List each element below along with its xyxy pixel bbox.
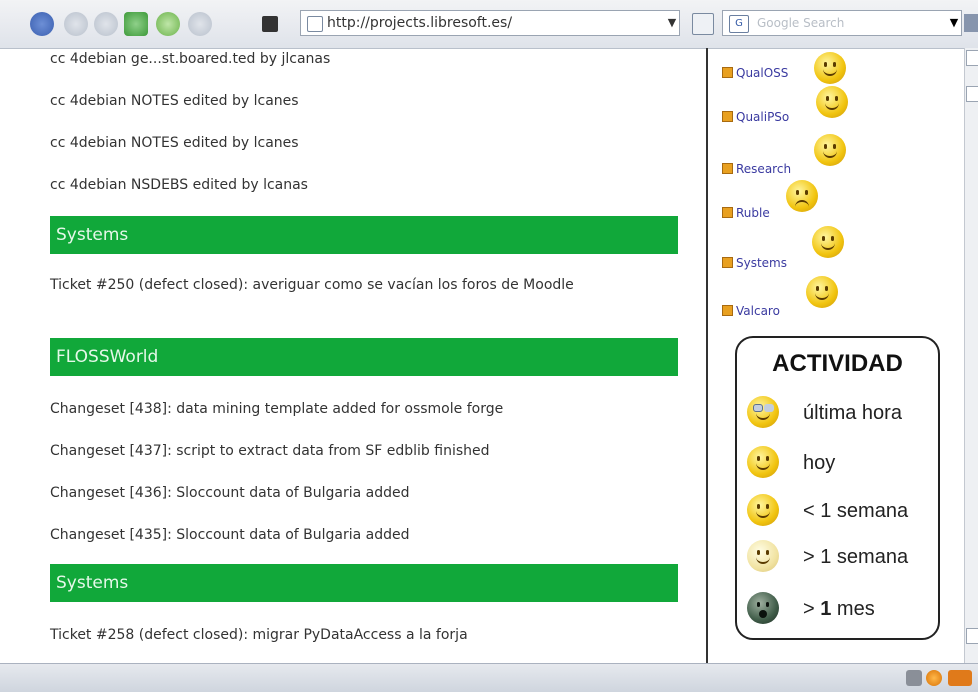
timeline-entry[interactable]: Changeset [438]: data mining template ad…: [50, 398, 503, 420]
pale-smiley-icon: [747, 540, 779, 572]
project-name: Valcaro: [736, 304, 780, 318]
scroll-thumb[interactable]: [966, 86, 978, 102]
legend-row: última hora: [737, 396, 938, 436]
home-icon[interactable]: [124, 12, 148, 36]
search-button[interactable]: [964, 14, 978, 32]
search-dropdown-icon[interactable]: ▼: [946, 10, 962, 36]
refresh-icon[interactable]: [156, 12, 180, 36]
google-icon[interactable]: G: [729, 15, 749, 33]
happy-smiley-icon: [814, 52, 846, 84]
go-icon[interactable]: [692, 13, 714, 35]
timeline-entry[interactable]: Changeset [435]: Sloccount data of Bulga…: [50, 524, 410, 546]
page-icon: [307, 16, 323, 32]
forward-icon[interactable]: [64, 12, 88, 36]
project-link[interactable]: QualOSS: [722, 66, 788, 80]
project-link[interactable]: Research: [722, 162, 791, 176]
status-bar: [0, 663, 978, 692]
legend-row: > 1 semana: [737, 540, 938, 580]
project-icon: [722, 257, 733, 268]
legend-label: última hora: [803, 402, 902, 424]
legend-row: < 1 semana: [737, 494, 938, 534]
legend-row: > 1 mes: [737, 592, 938, 632]
project-icon: [722, 207, 733, 218]
url-dropdown-icon[interactable]: ▼: [664, 10, 680, 36]
stop-icon[interactable]: [188, 12, 212, 36]
timeline-entry[interactable]: Changeset [436]: Sloccount data of Bulga…: [50, 482, 410, 504]
browser-toolbar: http://projects.libresoft.es/ ▼ G Google…: [0, 0, 978, 49]
project-sidebar: QualOSS QualiPSo Research Ruble Systems …: [708, 48, 978, 663]
project-link[interactable]: Systems: [722, 256, 787, 270]
section-header: FLOSSWorld: [50, 338, 678, 376]
sad-smiley-icon: [786, 180, 818, 212]
project-link[interactable]: QualiPSo: [722, 110, 789, 124]
project-link[interactable]: Valcaro: [722, 304, 780, 318]
legend-label: hoy: [803, 452, 836, 474]
scroll-down-button[interactable]: [966, 628, 978, 644]
timeline-entry[interactable]: Ticket #258 (defect closed): migrar PyDa…: [50, 624, 468, 646]
globe-icon[interactable]: [926, 670, 942, 686]
scroll-up-button[interactable]: [966, 50, 978, 66]
happy-smiley-icon: [814, 134, 846, 166]
activity-legend: ACTIVIDAD última hora hoy < 1 semana > 1…: [735, 336, 940, 640]
timeline-entry[interactable]: cc 4debian ge...st.boared.ted by jlcanas: [50, 48, 330, 70]
project-icon: [722, 305, 733, 316]
project-name: Systems: [736, 256, 787, 270]
project-name: Research: [736, 162, 792, 176]
timeline-entry[interactable]: Changeset [437]: script to extract data …: [50, 440, 490, 462]
project-name: QualOSS: [736, 66, 789, 80]
project-name: Ruble: [736, 206, 770, 220]
legend-label: > 1 mes: [803, 598, 875, 621]
addon-icon[interactable]: [948, 670, 972, 686]
search-input[interactable]: G Google Search: [722, 10, 962, 36]
dead-smiley-icon: [747, 592, 779, 624]
legend-label: < 1 semana: [803, 500, 909, 522]
happy-smiley-icon: [816, 86, 848, 118]
section-header: Systems: [50, 564, 678, 602]
search-placeholder: Google Search: [757, 16, 845, 30]
happy-smiley-icon: [806, 276, 838, 308]
happy-smiley-icon: [747, 446, 779, 478]
toolbar-icon[interactable]: [906, 670, 922, 686]
timeline-entry[interactable]: cc 4debian NOTES edited by lcanes: [50, 90, 299, 112]
project-name: QualiPSo: [736, 110, 790, 124]
neutral-smiley-icon: [747, 494, 779, 526]
legend-row: hoy: [737, 446, 938, 486]
project-link[interactable]: Ruble: [722, 206, 770, 220]
bookmark-icon[interactable]: [262, 16, 278, 32]
reload-icon[interactable]: [94, 12, 118, 36]
project-icon: [722, 67, 733, 78]
url-text: http://projects.libresoft.es/: [327, 15, 513, 31]
timeline-entry[interactable]: cc 4debian NOTES edited by lcanes: [50, 132, 299, 154]
legend-label-bold: 1: [820, 598, 832, 620]
back-icon[interactable]: [30, 12, 54, 36]
timeline-content: cc 4debian ge...st.boared.ted by jlcanas…: [0, 48, 708, 663]
project-icon: [722, 163, 733, 174]
legend-label-suffix: mes: [831, 598, 875, 620]
url-input[interactable]: http://projects.libresoft.es/: [300, 10, 680, 36]
section-header: Systems: [50, 216, 678, 254]
happy-smiley-icon: [812, 226, 844, 258]
activity-title: ACTIVIDAD: [772, 350, 903, 377]
legend-label-prefix: >: [803, 598, 821, 620]
legend-label: > 1 semana: [803, 546, 909, 568]
project-icon: [722, 111, 733, 122]
timeline-entry[interactable]: cc 4debian NSDEBS edited by lcanas: [50, 174, 308, 196]
timeline-entry[interactable]: Ticket #250 (defect closed): averiguar c…: [50, 274, 640, 296]
scrollbar[interactable]: [964, 48, 978, 663]
sunglasses-smiley-icon: [747, 396, 779, 428]
